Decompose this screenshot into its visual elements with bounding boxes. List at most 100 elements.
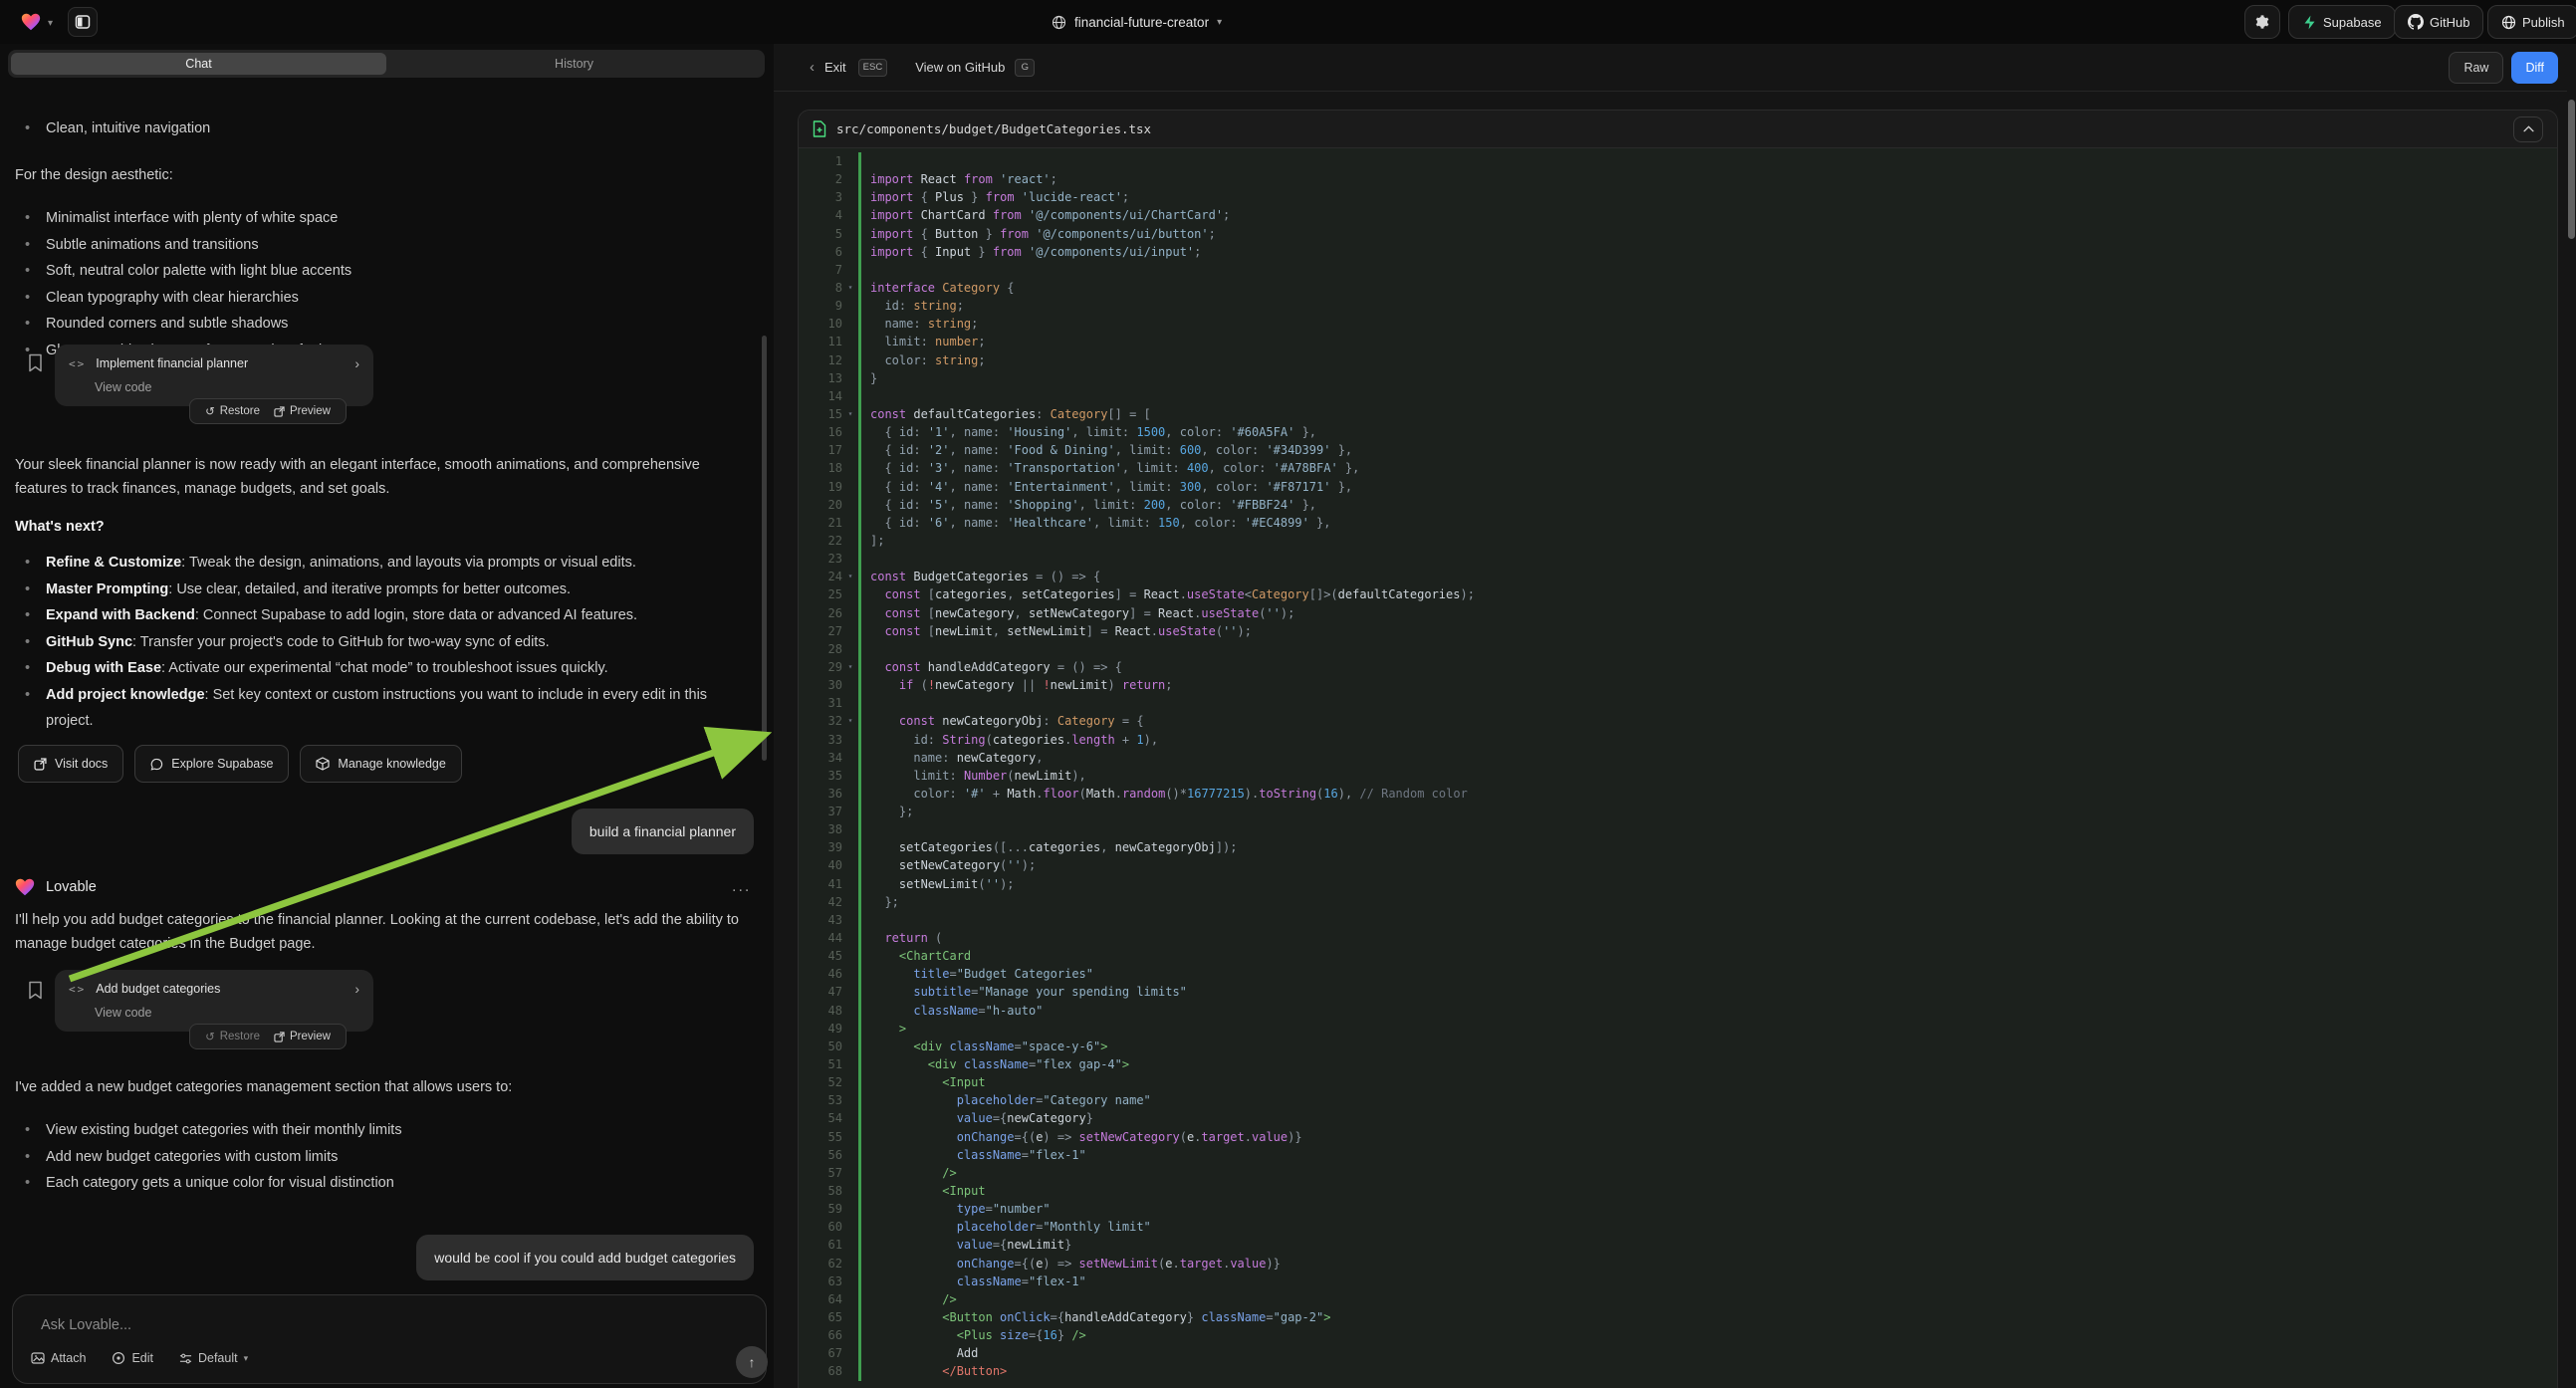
preview-button[interactable]: Preview — [274, 1031, 331, 1042]
settings-button[interactable] — [2244, 5, 2280, 39]
tab-history[interactable]: History — [386, 53, 762, 75]
view-code-link[interactable]: View code — [95, 1006, 359, 1020]
code-text: setCategories([...categories, newCategor… — [858, 838, 2557, 856]
external-link-icon — [274, 1032, 285, 1042]
code-text: title="Budget Categories" — [858, 965, 2557, 983]
fold-gutter — [842, 585, 858, 603]
fold-chevron-icon[interactable]: ▾ — [842, 405, 858, 423]
code-text: { id: '3', name: 'Transportation', limit… — [858, 459, 2557, 477]
model-selector[interactable]: Default ▾ — [179, 1351, 248, 1365]
code-line: 28 — [799, 640, 2557, 658]
explore-supabase-button[interactable]: Explore Supabase — [134, 745, 289, 783]
line-number: 59 — [799, 1200, 842, 1218]
manage-knowledge-button[interactable]: Manage knowledge — [300, 745, 461, 783]
page-scrollbar[interactable] — [2567, 44, 2576, 1388]
chat-scrollbar[interactable] — [762, 336, 767, 761]
tab-chat[interactable]: Chat — [11, 53, 386, 75]
code-text: value={newLimit} — [858, 1236, 2557, 1254]
code-editor[interactable]: 12import React from 'react';3import { Pl… — [799, 148, 2557, 1388]
code-line: 64 /> — [799, 1290, 2557, 1308]
visit-docs-button[interactable]: Visit docs — [18, 745, 123, 783]
code-text: value={newCategory} — [858, 1109, 2557, 1127]
edit-card-implement-planner[interactable]: <> Implement financial planner › View co… — [55, 345, 373, 406]
send-button[interactable]: ↑ — [736, 1346, 768, 1378]
composer-input[interactable]: Ask Lovable... — [41, 1317, 131, 1333]
raw-toggle-button[interactable]: Raw — [2449, 52, 2503, 84]
lovable-logo-icon[interactable] — [20, 11, 42, 33]
line-number: 47 — [799, 983, 842, 1001]
diff-toggle-button[interactable]: Diff — [2511, 52, 2558, 84]
code-text: subtitle="Manage your spending limits" — [858, 983, 2557, 1001]
fold-chevron-icon[interactable]: ▾ — [842, 279, 858, 297]
fold-gutter — [842, 1073, 858, 1091]
code-text: <Input — [858, 1182, 2557, 1200]
restore-icon: ↺ — [205, 1030, 215, 1043]
attach-button[interactable]: Attach — [31, 1351, 86, 1365]
logo-caret-icon[interactable]: ▾ — [48, 18, 53, 29]
bookmark-icon[interactable] — [28, 353, 43, 372]
code-text: import ChartCard from '@/components/ui/C… — [858, 206, 2557, 224]
code-line: 17 { id: '2', name: 'Food & Dining', lim… — [799, 441, 2557, 459]
fold-chevron-icon[interactable]: ▾ — [842, 568, 858, 585]
code-text — [858, 152, 2557, 170]
line-number: 33 — [799, 731, 842, 749]
fold-chevron-icon[interactable]: ▾ — [842, 712, 858, 730]
code-line: 21 { id: '6', name: 'Healthcare', limit:… — [799, 514, 2557, 532]
restore-preview-bar: ↺ Restore Preview — [189, 398, 347, 424]
scrollbar-thumb[interactable] — [2568, 100, 2575, 239]
code-line: 1 — [799, 152, 2557, 170]
code-text: onChange={(e) => setNewLimit(e.target.va… — [858, 1255, 2557, 1272]
fold-chevron-icon[interactable]: ▾ — [842, 658, 858, 676]
edit-mode-button[interactable]: Edit — [112, 1351, 153, 1365]
line-number: 49 — [799, 1020, 842, 1038]
chevron-down-icon: ▾ — [1217, 17, 1222, 28]
line-number: 13 — [799, 369, 842, 387]
g-key-badge: G — [1015, 59, 1035, 77]
whats-next-heading: What's next? — [15, 519, 105, 535]
line-number: 52 — [799, 1073, 842, 1091]
restore-button[interactable]: ↺ Restore — [205, 404, 260, 418]
list-item: GitHub Sync: Transfer your project's cod… — [15, 629, 747, 656]
sidebar-toggle-button[interactable] — [68, 7, 98, 37]
supabase-button[interactable]: Supabase — [2288, 5, 2396, 39]
back-chevron-icon[interactable]: ‹ — [810, 59, 815, 76]
edit-card-add-budget-categories[interactable]: <> Add budget categories › View code — [55, 970, 373, 1032]
code-line: 56 className="flex-1" — [799, 1146, 2557, 1164]
file-header[interactable]: src/components/budget/BudgetCategories.t… — [799, 111, 2557, 148]
line-number: 66 — [799, 1326, 842, 1344]
line-number: 61 — [799, 1236, 842, 1254]
message-menu-button[interactable]: ... — [732, 878, 751, 896]
design-intro-text: For the design aesthetic: — [15, 164, 173, 188]
publish-button[interactable]: Publish — [2487, 5, 2576, 39]
code-text: name: newCategory, — [858, 749, 2557, 767]
fold-gutter — [842, 983, 858, 1001]
line-number: 38 — [799, 820, 842, 838]
line-number: 51 — [799, 1055, 842, 1073]
bookmark-icon[interactable] — [28, 981, 43, 1000]
code-line: 48 className="h-auto" — [799, 1002, 2557, 1020]
code-line: 61 value={newLimit} — [799, 1236, 2557, 1254]
code-line: 57 /> — [799, 1164, 2557, 1182]
fold-gutter — [842, 369, 858, 387]
quick-action-chips: Visit docs Explore Supabase Manage knowl… — [18, 745, 462, 783]
edit-target-icon — [112, 1351, 125, 1365]
fold-gutter — [842, 838, 858, 856]
code-text: const handleAddCategory = () => { — [858, 658, 2557, 676]
view-code-link[interactable]: View code — [95, 380, 359, 394]
fold-gutter — [842, 749, 858, 767]
fold-gutter — [842, 731, 858, 749]
code-line: 54 value={newCategory} — [799, 1109, 2557, 1127]
exit-button[interactable]: Exit — [824, 60, 846, 75]
project-switcher[interactable]: financial-future-creator ▾ — [1052, 0, 1222, 44]
github-button[interactable]: GitHub — [2394, 5, 2483, 39]
view-on-github-link[interactable]: View on GitHub — [915, 60, 1005, 75]
code-line: 9 id: string; — [799, 297, 2557, 315]
code-text: Add — [858, 1344, 2557, 1362]
preview-button[interactable]: Preview — [274, 405, 331, 417]
list-item: View existing budget categories with the… — [15, 1117, 752, 1144]
collapse-file-button[interactable] — [2513, 116, 2543, 142]
fold-gutter — [842, 694, 858, 712]
line-number: 17 — [799, 441, 842, 459]
restore-button[interactable]: ↺ Restore — [205, 1030, 260, 1043]
github-icon — [2408, 14, 2424, 30]
